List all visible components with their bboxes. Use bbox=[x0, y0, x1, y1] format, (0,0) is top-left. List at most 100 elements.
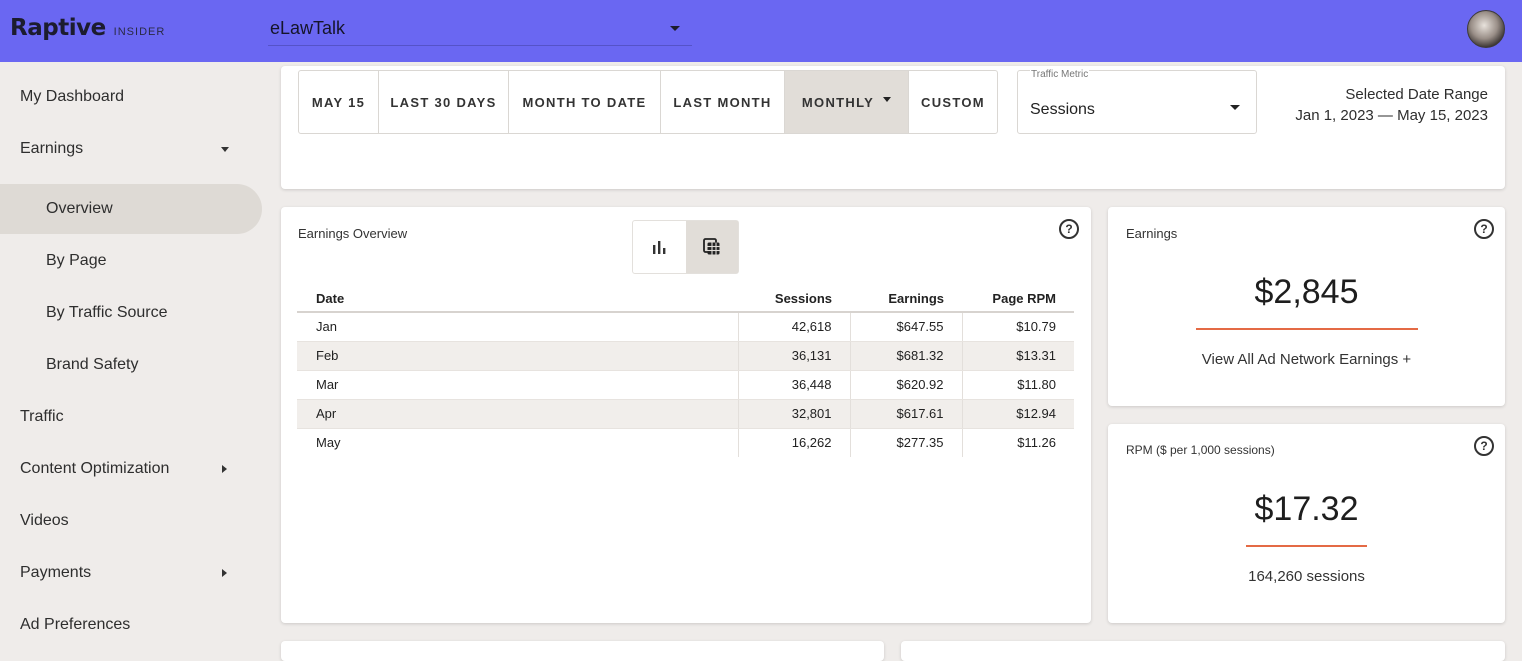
cell-date: Feb bbox=[297, 341, 738, 371]
selected-date-range: Selected Date Range Jan 1, 2023 — May 15… bbox=[1295, 84, 1488, 126]
cell-earnings: $277.35 bbox=[849, 428, 962, 457]
table-row: Feb 36,131 $681.32 $13.31 bbox=[297, 341, 1074, 371]
bottom-card bbox=[901, 641, 1505, 661]
sidebar-item-by-traffic-source[interactable]: By Traffic Source bbox=[0, 288, 262, 338]
range-label: MAY 15 bbox=[311, 94, 366, 110]
sidebar-item-label: Traffic bbox=[20, 408, 64, 425]
earnings-summary-card: Earnings ? $2,845 View All Ad Network Ea… bbox=[1108, 207, 1505, 406]
sidebar-item-earnings[interactable]: Earnings bbox=[0, 124, 262, 174]
sidebar-item-content-optimization[interactable]: Content Optimization bbox=[0, 444, 262, 494]
range-label: LAST MONTH bbox=[673, 94, 772, 110]
site-name: eLawTalk bbox=[270, 18, 346, 38]
table-header-row: Date Sessions Earnings Page RPM bbox=[297, 286, 1074, 313]
help-icon[interactable]: ? bbox=[1474, 219, 1494, 239]
help-icon[interactable]: ? bbox=[1474, 436, 1494, 456]
range-label: MONTHLY bbox=[801, 94, 875, 110]
card-title: Earnings bbox=[1126, 226, 1178, 241]
cell-page-rpm: $11.26 bbox=[961, 428, 1074, 457]
table-icon bbox=[702, 238, 720, 255]
date-range-label: Selected Date Range bbox=[1345, 86, 1488, 103]
brand-name: Raptive bbox=[10, 15, 106, 41]
range-last-month-button[interactable]: LAST MONTH bbox=[661, 71, 785, 133]
sidebar-item-overview[interactable]: Overview bbox=[0, 184, 262, 234]
cell-sessions: 32,801 bbox=[737, 399, 850, 429]
table-row: Mar 36,448 $620.92 $11.80 bbox=[297, 370, 1074, 400]
rpm-value: $17.32 bbox=[1254, 490, 1359, 528]
view-all-earnings-link[interactable]: View All Ad Network Earnings + bbox=[1108, 351, 1505, 368]
range-monthly-button[interactable]: MONTHLY bbox=[785, 71, 909, 133]
caret-down-icon bbox=[1230, 105, 1240, 110]
sidebar-item-videos[interactable]: Videos bbox=[0, 496, 262, 546]
caret-down-icon bbox=[883, 96, 892, 102]
top-bar: Raptive INSIDER eLawTalk bbox=[0, 0, 1522, 62]
sidebar-item-brand-safety[interactable]: Brand Safety bbox=[0, 340, 262, 390]
table-row: Jan 42,618 $647.55 $10.79 bbox=[297, 312, 1074, 342]
cell-earnings: $617.61 bbox=[849, 399, 962, 429]
column-header-page-rpm[interactable]: Page RPM bbox=[962, 286, 1074, 313]
chevron-down-icon bbox=[670, 26, 680, 31]
cell-date: May bbox=[316, 435, 341, 451]
sidebar: My Dashboard Earnings Overview By Page B… bbox=[0, 62, 265, 649]
range-custom-button[interactable]: CUSTOM bbox=[909, 71, 997, 133]
sidebar-item-label: Brand Safety bbox=[46, 356, 139, 373]
chevron-right-icon bbox=[222, 569, 227, 577]
earnings-overview-card: Earnings Overview ? Date Sessions Earnin… bbox=[281, 207, 1091, 623]
column-header-date[interactable]: Date bbox=[297, 286, 738, 313]
cell-page-rpm: $10.79 bbox=[961, 312, 1074, 342]
sidebar-item-label: By Page bbox=[46, 252, 107, 269]
brand-logo[interactable]: Raptive INSIDER bbox=[10, 15, 165, 41]
cell-page-rpm: $13.31 bbox=[961, 341, 1074, 371]
chart-view-button[interactable] bbox=[633, 221, 686, 273]
brand-subtitle: INSIDER bbox=[113, 26, 166, 38]
date-range-value: Jan 1, 2023 — May 15, 2023 bbox=[1295, 107, 1488, 124]
accent-divider bbox=[1246, 545, 1367, 547]
cell-sessions: 36,131 bbox=[737, 341, 850, 371]
chevron-down-icon bbox=[221, 147, 229, 152]
cell-date: Mar bbox=[297, 370, 738, 400]
cell-earnings: $620.92 bbox=[849, 370, 962, 400]
table-view-button[interactable] bbox=[685, 221, 738, 273]
cell-earnings: $681.32 bbox=[849, 341, 962, 371]
range-label: LAST 30 DAYS bbox=[390, 94, 497, 110]
sidebar-item-my-dashboard[interactable]: My Dashboard bbox=[0, 72, 262, 122]
card-title: Earnings Overview bbox=[298, 226, 408, 241]
range-last-30-days-button[interactable]: LAST 30 DAYS bbox=[379, 71, 509, 133]
sidebar-item-label: Overview bbox=[46, 200, 113, 217]
sidebar-item-label: Earnings bbox=[20, 140, 84, 157]
sidebar-item-payments[interactable]: Payments bbox=[0, 548, 262, 598]
site-selector[interactable]: eLawTalk bbox=[268, 12, 692, 46]
traffic-metric-select[interactable]: Traffic Metric Sessions bbox=[1017, 69, 1257, 134]
earnings-total: $2,845 bbox=[1254, 273, 1359, 311]
sessions-total: 164,260 sessions bbox=[1248, 568, 1365, 585]
chevron-right-icon bbox=[222, 465, 227, 473]
cell-earnings: $647.55 bbox=[849, 312, 962, 342]
bar-chart-icon bbox=[653, 241, 666, 254]
range-month-to-date-button[interactable]: MONTH TO DATE bbox=[509, 71, 661, 133]
date-range-buttons: MAY 15 LAST 30 DAYS MONTH TO DATE LAST M… bbox=[298, 70, 998, 134]
sidebar-item-label: Ad Preferences bbox=[20, 616, 131, 633]
help-icon[interactable]: ? bbox=[1059, 219, 1079, 239]
cell-date: Apr bbox=[297, 399, 738, 429]
column-header-earnings[interactable]: Earnings bbox=[850, 286, 962, 313]
filter-card: MAY 15 LAST 30 DAYS MONTH TO DATE LAST M… bbox=[281, 66, 1505, 189]
sidebar-item-label: Content Optimization bbox=[20, 460, 170, 477]
range-label: CUSTOM bbox=[921, 94, 985, 110]
card-title: RPM ($ per 1,000 sessions) bbox=[1126, 443, 1275, 457]
cell-page-rpm: $11.80 bbox=[961, 370, 1074, 400]
view-toggle bbox=[632, 220, 739, 274]
table-row: Apr 32,801 $617.61 $12.94 bbox=[297, 399, 1074, 429]
accent-divider bbox=[1196, 328, 1418, 330]
sidebar-item-by-page[interactable]: By Page bbox=[0, 236, 262, 286]
sidebar-item-label: Videos bbox=[20, 512, 69, 529]
traffic-metric-label: Traffic Metric bbox=[1030, 69, 1090, 80]
rpm-card: RPM ($ per 1,000 sessions) ? $17.32 164,… bbox=[1108, 424, 1505, 623]
sidebar-item-label: Payments bbox=[20, 564, 92, 581]
table-row: May 16,262 $277.35 $11.26 bbox=[297, 428, 1074, 457]
sidebar-item-ad-preferences[interactable]: Ad Preferences bbox=[0, 600, 262, 650]
cell-sessions: 36,448 bbox=[737, 370, 850, 400]
column-header-sessions[interactable]: Sessions bbox=[738, 286, 850, 313]
sidebar-item-traffic[interactable]: Traffic bbox=[0, 392, 262, 442]
range-may-15-button[interactable]: MAY 15 bbox=[299, 71, 379, 133]
avatar[interactable] bbox=[1467, 10, 1505, 48]
range-label: MONTH TO DATE bbox=[522, 94, 647, 110]
